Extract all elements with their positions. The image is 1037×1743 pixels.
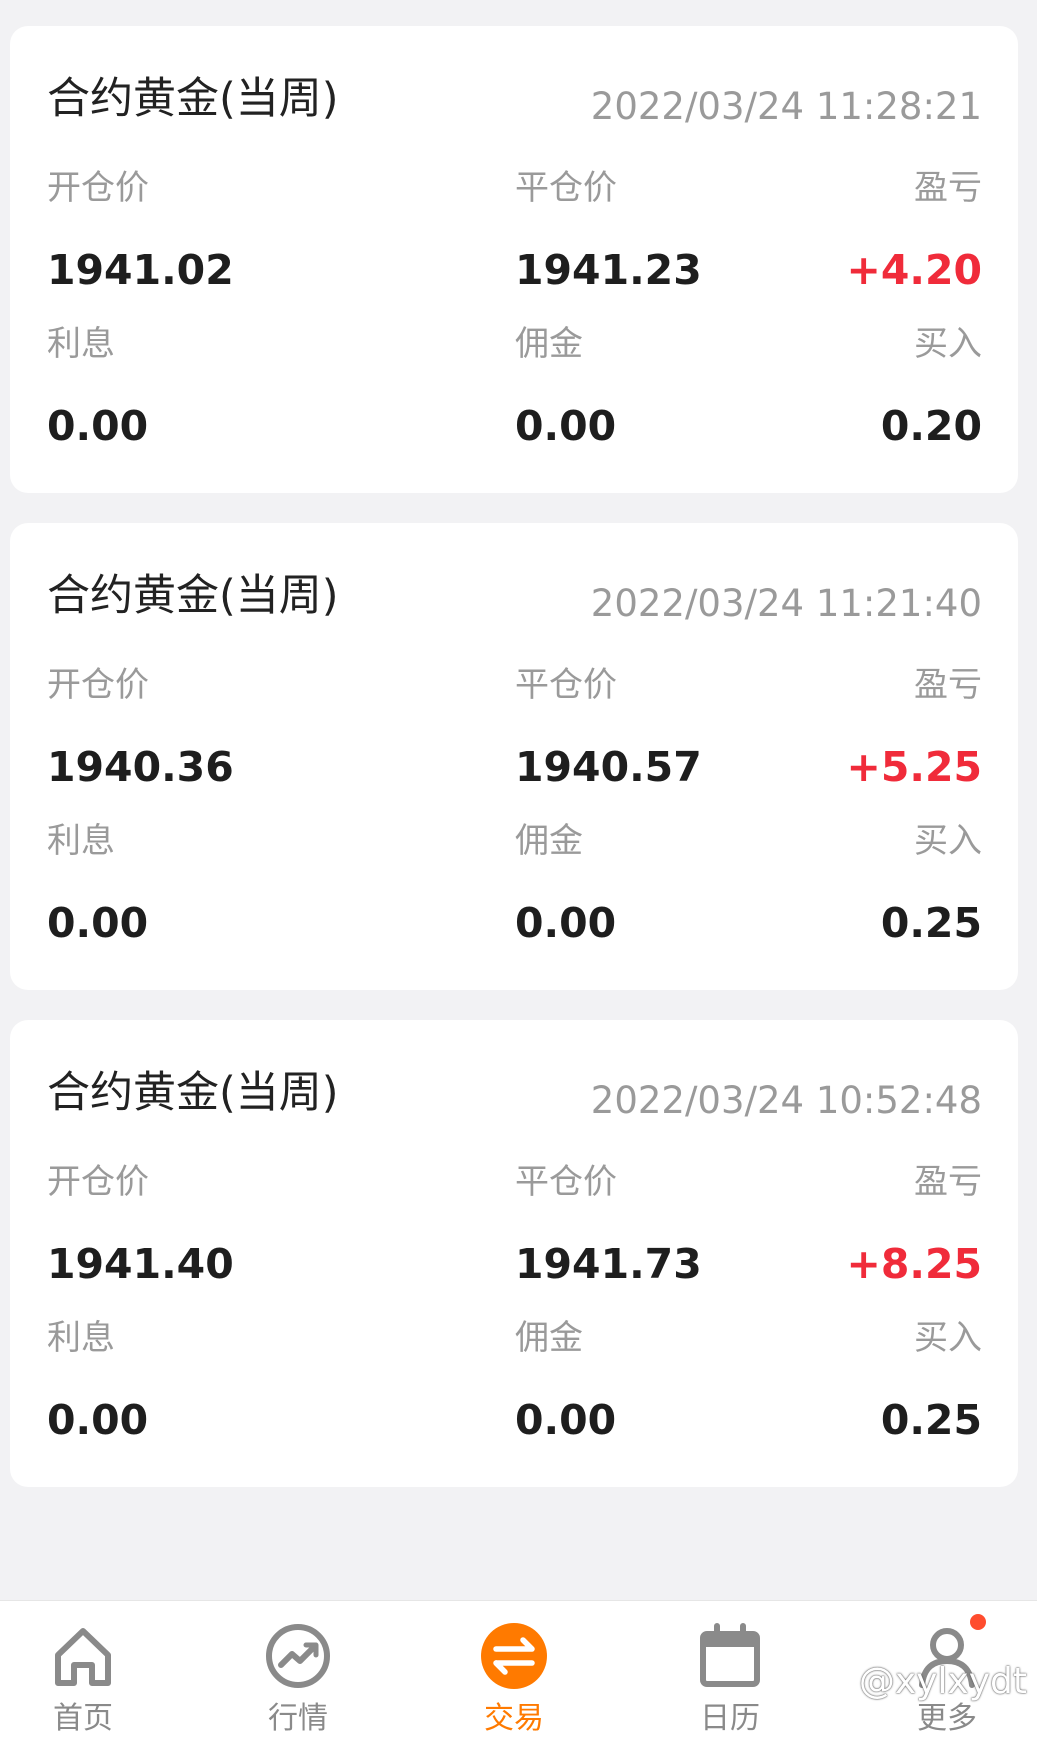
trade-timestamp: 2022/03/24 10:52:48 (590, 1079, 982, 1122)
close-price-value: 1941.23 (515, 246, 702, 294)
tab-label: 更多 (917, 1701, 977, 1736)
interest-label: 利息 (47, 821, 115, 861)
trade-record-card[interactable]: 合约黄金(当周) 2022/03/24 10:52:48 开仓价 平仓价 盈亏 … (10, 1020, 1018, 1487)
calendar-icon (695, 1621, 765, 1691)
buy-label: 买入 (914, 1318, 982, 1358)
open-price-label: 开仓价 (47, 1162, 149, 1202)
pnl-value: +5.25 (846, 743, 982, 791)
trade-timestamp: 2022/03/24 11:28:21 (590, 85, 982, 128)
open-price-value: 1941.40 (47, 1240, 234, 1288)
tab-market[interactable]: 行情 (228, 1601, 368, 1743)
trade-swap-icon (479, 1621, 549, 1691)
interest-value: 0.00 (47, 402, 149, 450)
buy-label: 买入 (914, 821, 982, 861)
interest-value: 0.00 (47, 899, 149, 947)
commission-value: 0.00 (515, 1396, 617, 1444)
interest-value: 0.00 (47, 1396, 149, 1444)
tab-label: 交易 (484, 1701, 544, 1736)
buy-lots-value: 0.20 (880, 402, 982, 450)
trade-record-card[interactable]: 合约黄金(当周) 2022/03/24 11:28:21 开仓价 平仓价 盈亏 … (10, 26, 1018, 493)
buy-lots-value: 0.25 (880, 899, 982, 947)
tab-trade[interactable]: 交易 (444, 1601, 584, 1743)
close-price-value: 1940.57 (515, 743, 702, 791)
close-price-label: 平仓价 (515, 168, 617, 208)
tab-label: 首页 (53, 1701, 113, 1736)
product-title: 合约黄金(当周) (47, 74, 339, 124)
pnl-label: 盈亏 (914, 665, 982, 705)
commission-label: 佣金 (515, 821, 583, 861)
tab-label: 日历 (700, 1701, 760, 1736)
open-price-value: 1941.02 (47, 246, 234, 294)
commission-label: 佣金 (515, 324, 583, 364)
notification-badge (970, 1614, 986, 1630)
pnl-label: 盈亏 (914, 168, 982, 208)
pnl-label: 盈亏 (914, 1162, 982, 1202)
tab-calendar[interactable]: 日历 (660, 1601, 800, 1743)
trade-timestamp: 2022/03/24 11:21:40 (590, 582, 982, 625)
close-price-value: 1941.73 (515, 1240, 702, 1288)
tab-label: 行情 (268, 1701, 328, 1736)
commission-label: 佣金 (515, 1318, 583, 1358)
product-title: 合约黄金(当周) (47, 1068, 339, 1118)
close-price-label: 平仓价 (515, 665, 617, 705)
buy-lots-value: 0.25 (880, 1396, 982, 1444)
commission-value: 0.00 (515, 899, 617, 947)
commission-value: 0.00 (515, 402, 617, 450)
close-price-label: 平仓价 (515, 1162, 617, 1202)
product-title: 合约黄金(当周) (47, 571, 339, 621)
interest-label: 利息 (47, 1318, 115, 1358)
market-trend-icon (263, 1621, 333, 1691)
open-price-label: 开仓价 (47, 168, 149, 208)
watermark-text: @xylxydt (858, 1661, 1027, 1702)
buy-label: 买入 (914, 324, 982, 364)
trade-history-screen: 合约黄金(当周) 2022/03/24 11:28:21 开仓价 平仓价 盈亏 … (0, 0, 1037, 1743)
open-price-value: 1940.36 (47, 743, 234, 791)
pnl-value: +4.20 (846, 246, 982, 294)
pnl-value: +8.25 (846, 1240, 982, 1288)
open-price-label: 开仓价 (47, 665, 149, 705)
home-icon (48, 1621, 118, 1691)
tab-home[interactable]: 首页 (13, 1601, 153, 1743)
interest-label: 利息 (47, 324, 115, 364)
trade-record-card[interactable]: 合约黄金(当周) 2022/03/24 11:21:40 开仓价 平仓价 盈亏 … (10, 523, 1018, 990)
